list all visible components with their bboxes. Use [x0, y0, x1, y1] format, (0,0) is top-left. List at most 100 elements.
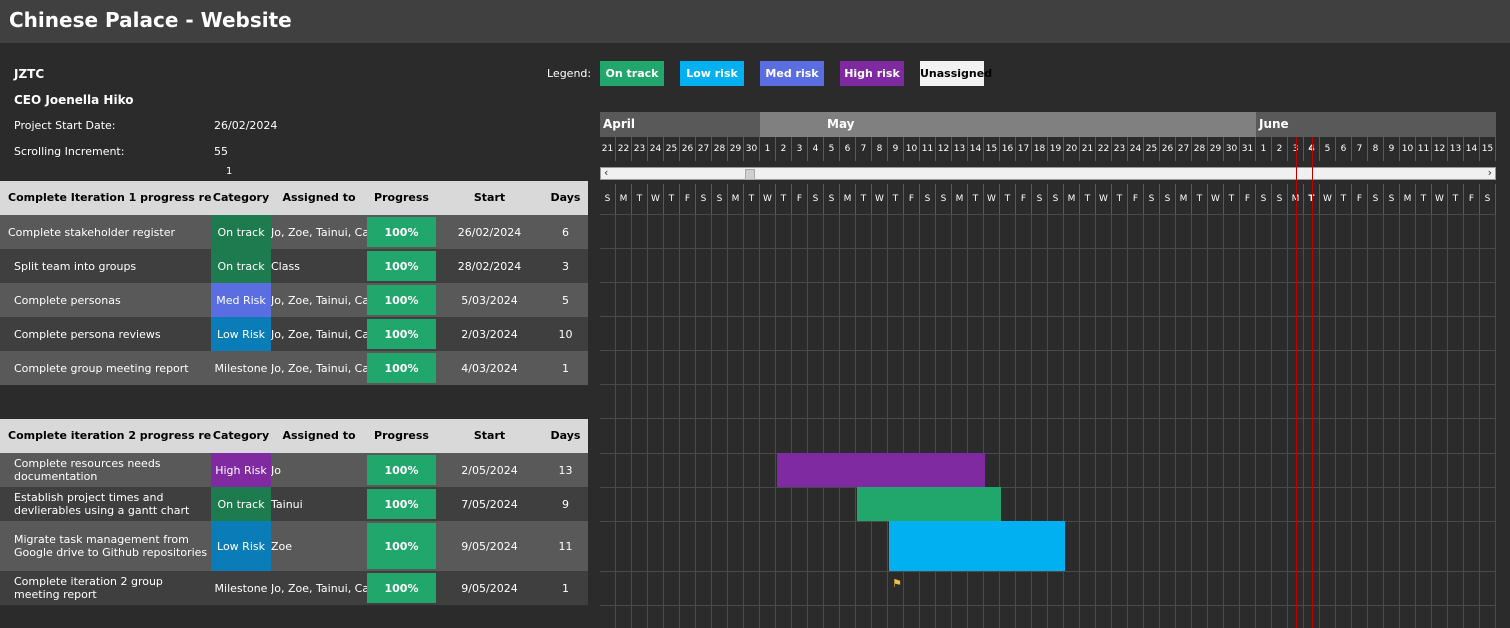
gantt-bar[interactable]: [857, 487, 1001, 521]
progress-cell[interactable]: 100%: [367, 489, 436, 519]
assigned-cell[interactable]: Jo: [271, 453, 367, 487]
start-date-cell[interactable]: 9/05/2024: [436, 521, 543, 571]
category-cell[interactable]: On track: [211, 487, 271, 521]
legend-item-0: On track: [600, 61, 664, 86]
grid-column: [1256, 214, 1272, 628]
days-cell[interactable]: 1: [543, 351, 588, 385]
scroll-left-icon[interactable]: ‹: [604, 166, 608, 179]
table-row[interactable]: Complete iteration 2 group meeting repor…: [0, 571, 588, 606]
table-row[interactable]: Split team into groups On track Class 100% 2…: [0, 249, 588, 284]
task-name[interactable]: Split team into groups: [14, 249, 211, 283]
project-lead: CEO Joenella Hiko: [14, 93, 134, 107]
days-cell[interactable]: 5: [543, 283, 588, 317]
gantt-bar[interactable]: [889, 521, 1065, 571]
assigned-cell[interactable]: Jo, Zoe, Tainui, Cairo: [271, 283, 367, 317]
assigned-cell[interactable]: Class: [271, 249, 367, 283]
progress-cell[interactable]: 100%: [367, 455, 436, 485]
gantt-scrollbar[interactable]: ‹ ›: [600, 166, 1496, 180]
weekday-label: T: [856, 184, 872, 214]
start-date-cell[interactable]: 26/02/2024: [436, 215, 543, 249]
grid-column: [648, 214, 664, 628]
days-cell[interactable]: 6: [543, 215, 588, 249]
day-number: 6: [840, 137, 856, 161]
task-name[interactable]: Complete personas: [14, 283, 211, 317]
category-cell[interactable]: High Risk: [211, 453, 271, 487]
scrolling-increment-value[interactable]: 55: [214, 145, 228, 158]
progress-cell[interactable]: 100%: [367, 573, 436, 603]
table-row[interactable]: Complete resources needs documentation Hi…: [0, 453, 588, 488]
start-date-cell[interactable]: 7/05/2024: [436, 487, 543, 521]
days-cell[interactable]: 13: [543, 453, 588, 487]
category-cell[interactable]: Milestone: [211, 351, 271, 385]
category-cell[interactable]: Low Risk: [211, 521, 271, 571]
table-row[interactable]: Establish project times and devlierables…: [0, 487, 588, 522]
task-name[interactable]: Complete iteration 2 group meeting repor…: [14, 571, 211, 605]
assigned-cell[interactable]: Jo, Zoe, Tainui, Cairo: [271, 215, 367, 249]
assigned-cell[interactable]: Zoe: [271, 521, 367, 571]
category-cell[interactable]: On track: [211, 249, 271, 283]
assigned-cell[interactable]: Jo, Zoe, Tainui, Cairo: [271, 317, 367, 351]
column-header-assigned: Assigned to: [282, 429, 356, 442]
assigned-cell[interactable]: Tainui: [271, 487, 367, 521]
scroll-right-icon[interactable]: ›: [1488, 166, 1492, 179]
table-row[interactable]: Complete personas Med Risk Jo, Zoe, Tainui…: [0, 283, 588, 318]
task-name[interactable]: Complete resources needs documentation: [14, 453, 211, 487]
legend-item-2: Med risk: [760, 61, 824, 86]
day-number: 27: [696, 137, 712, 161]
start-date-cell[interactable]: 4/03/2024: [436, 351, 543, 385]
grid-column: [792, 214, 808, 628]
weekday-label: S: [808, 184, 824, 214]
task-name[interactable]: Migrate task management from Google driv…: [14, 521, 211, 571]
progress-cell[interactable]: 100%: [367, 353, 436, 383]
category-cell[interactable]: On track: [211, 215, 271, 249]
weekday-label: M: [952, 184, 968, 214]
day-number: 4: [808, 137, 824, 161]
weekday-label: S: [1480, 184, 1496, 214]
days-cell[interactable]: 11: [543, 521, 588, 571]
weekday-label: S: [600, 184, 616, 214]
day-number: 7: [1352, 137, 1368, 161]
grid-column: [1096, 214, 1112, 628]
legend-item-3: High risk: [840, 61, 904, 86]
gantt-bar[interactable]: [777, 453, 985, 487]
progress-cell[interactable]: 100%: [367, 217, 436, 247]
days-cell[interactable]: 10: [543, 317, 588, 351]
weekday-label: W: [872, 184, 888, 214]
category-cell[interactable]: Low Risk: [211, 317, 271, 351]
progress-cell[interactable]: 100%: [367, 319, 436, 349]
project-start-value[interactable]: 26/02/2024: [214, 119, 277, 132]
task-name[interactable]: Complete stakeholder register: [8, 215, 211, 249]
table-row[interactable]: Complete stakeholder register On track Jo,…: [0, 215, 588, 250]
day-number: 6: [1336, 137, 1352, 161]
column-header-days: Days: [550, 429, 581, 442]
start-date-cell[interactable]: 2/03/2024: [436, 317, 543, 351]
days-cell[interactable]: 9: [543, 487, 588, 521]
scroll-thumb[interactable]: [745, 169, 755, 180]
task-name[interactable]: Establish project times and devlierables…: [14, 487, 211, 521]
progress-cell[interactable]: 100%: [367, 285, 436, 315]
table-row[interactable]: Complete group meeting report Milestone Jo…: [0, 351, 588, 386]
table-row[interactable]: Migrate task management from Google driv…: [0, 521, 588, 572]
category-cell[interactable]: Med Risk: [211, 283, 271, 317]
days-cell[interactable]: 3: [543, 249, 588, 283]
grid-column: [1224, 214, 1240, 628]
start-date-cell[interactable]: 28/02/2024: [436, 249, 543, 283]
progress-cell[interactable]: 100%: [367, 523, 436, 569]
days-cell[interactable]: 1: [543, 571, 588, 605]
assigned-cell[interactable]: Jo, Zoe, Tainui, Cairo: [271, 351, 367, 385]
progress-cell[interactable]: 100%: [367, 251, 436, 281]
task-name[interactable]: Complete group meeting report: [14, 351, 211, 385]
gantt-chart: April May June ‹ › 21 22 23 24 25 26 27 28 29 30 1 2 3…: [600, 112, 1496, 628]
start-date-cell[interactable]: 5/03/2024: [436, 283, 543, 317]
month-header: April May June: [600, 112, 1496, 137]
table-row[interactable]: Complete persona reviews Low Risk Jo, Zoe,…: [0, 317, 588, 352]
category-cell[interactable]: Milestone: [211, 571, 271, 605]
day-number: 5: [1320, 137, 1336, 161]
start-date-cell[interactable]: 2/05/2024: [436, 453, 543, 487]
task-name[interactable]: Complete persona reviews: [14, 317, 211, 351]
grid-row-line: [600, 453, 1496, 454]
weekday-label: M: [728, 184, 744, 214]
grid-column: [1320, 214, 1336, 628]
assigned-cell[interactable]: Jo, Zoe, Tainui, Cairo: [271, 571, 367, 605]
start-date-cell[interactable]: 9/05/2024: [436, 571, 543, 605]
